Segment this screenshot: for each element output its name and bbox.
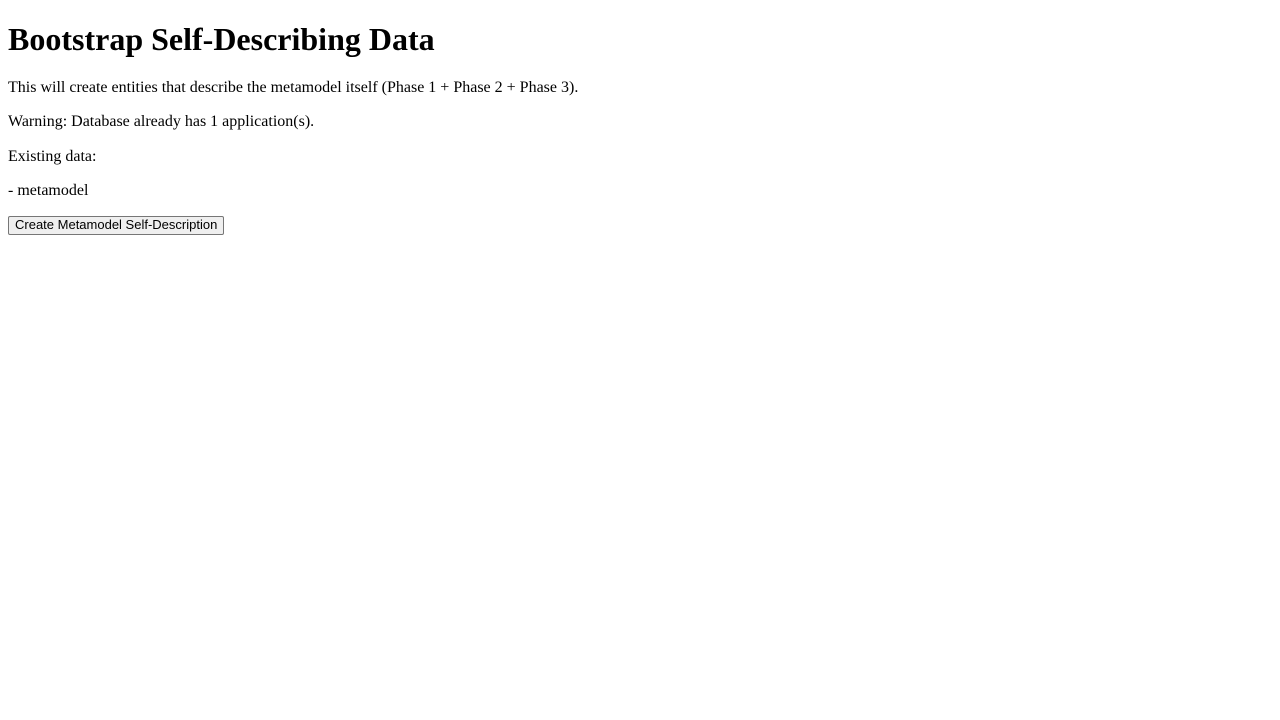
- create-metamodel-button[interactable]: Create Metamodel Self-Description: [8, 216, 225, 236]
- description-text: This will create entities that describe …: [8, 78, 579, 96]
- create-form: Create Metamodel Self-Description: [8, 216, 1272, 236]
- existing-data-label: Existing data:: [8, 147, 97, 165]
- existing-data-item: - metamodel: [8, 181, 89, 199]
- page-content: Bootstrap Self-Describing Data This will…: [8, 21, 1272, 236]
- warning-text: Warning: Database already has 1 applicat…: [8, 113, 315, 131]
- page-title: Bootstrap Self-Describing Data: [8, 21, 435, 57]
